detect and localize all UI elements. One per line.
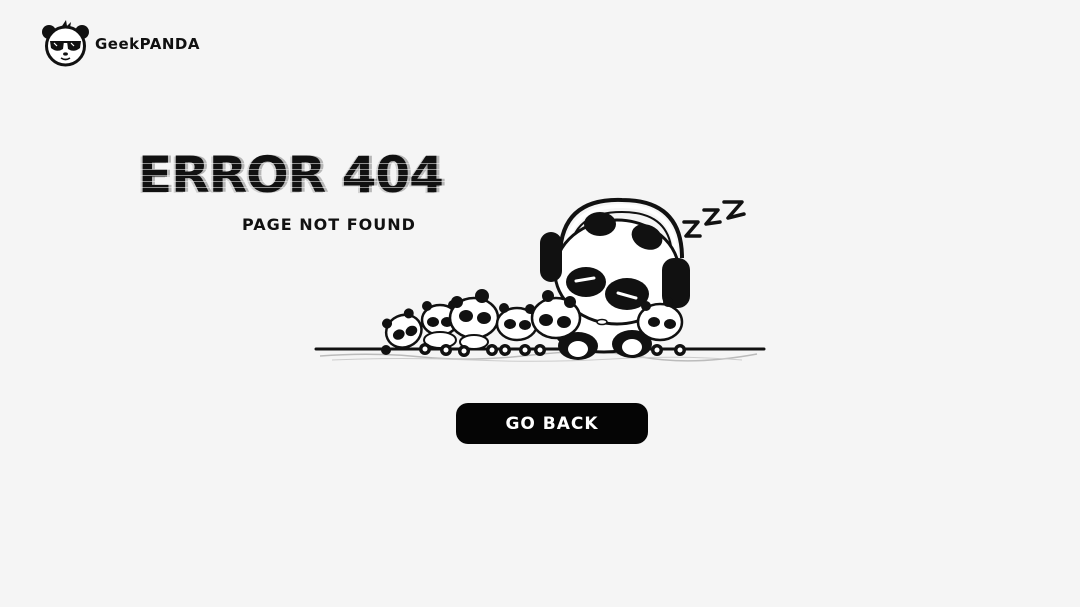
panda-sunglasses-icon [42, 20, 89, 67]
brand-name: GeekPANDA [95, 35, 200, 53]
brand-logo-link[interactable]: GeekPANDA [40, 20, 200, 68]
error-page: GeekPANDA ERROR 404 PAGE NOT FOUND GO BA… [0, 0, 1080, 607]
sleeping-pandas-illustration [314, 197, 766, 362]
big-panda-icon [540, 197, 746, 360]
go-back-button[interactable]: GO BACK [456, 403, 648, 444]
